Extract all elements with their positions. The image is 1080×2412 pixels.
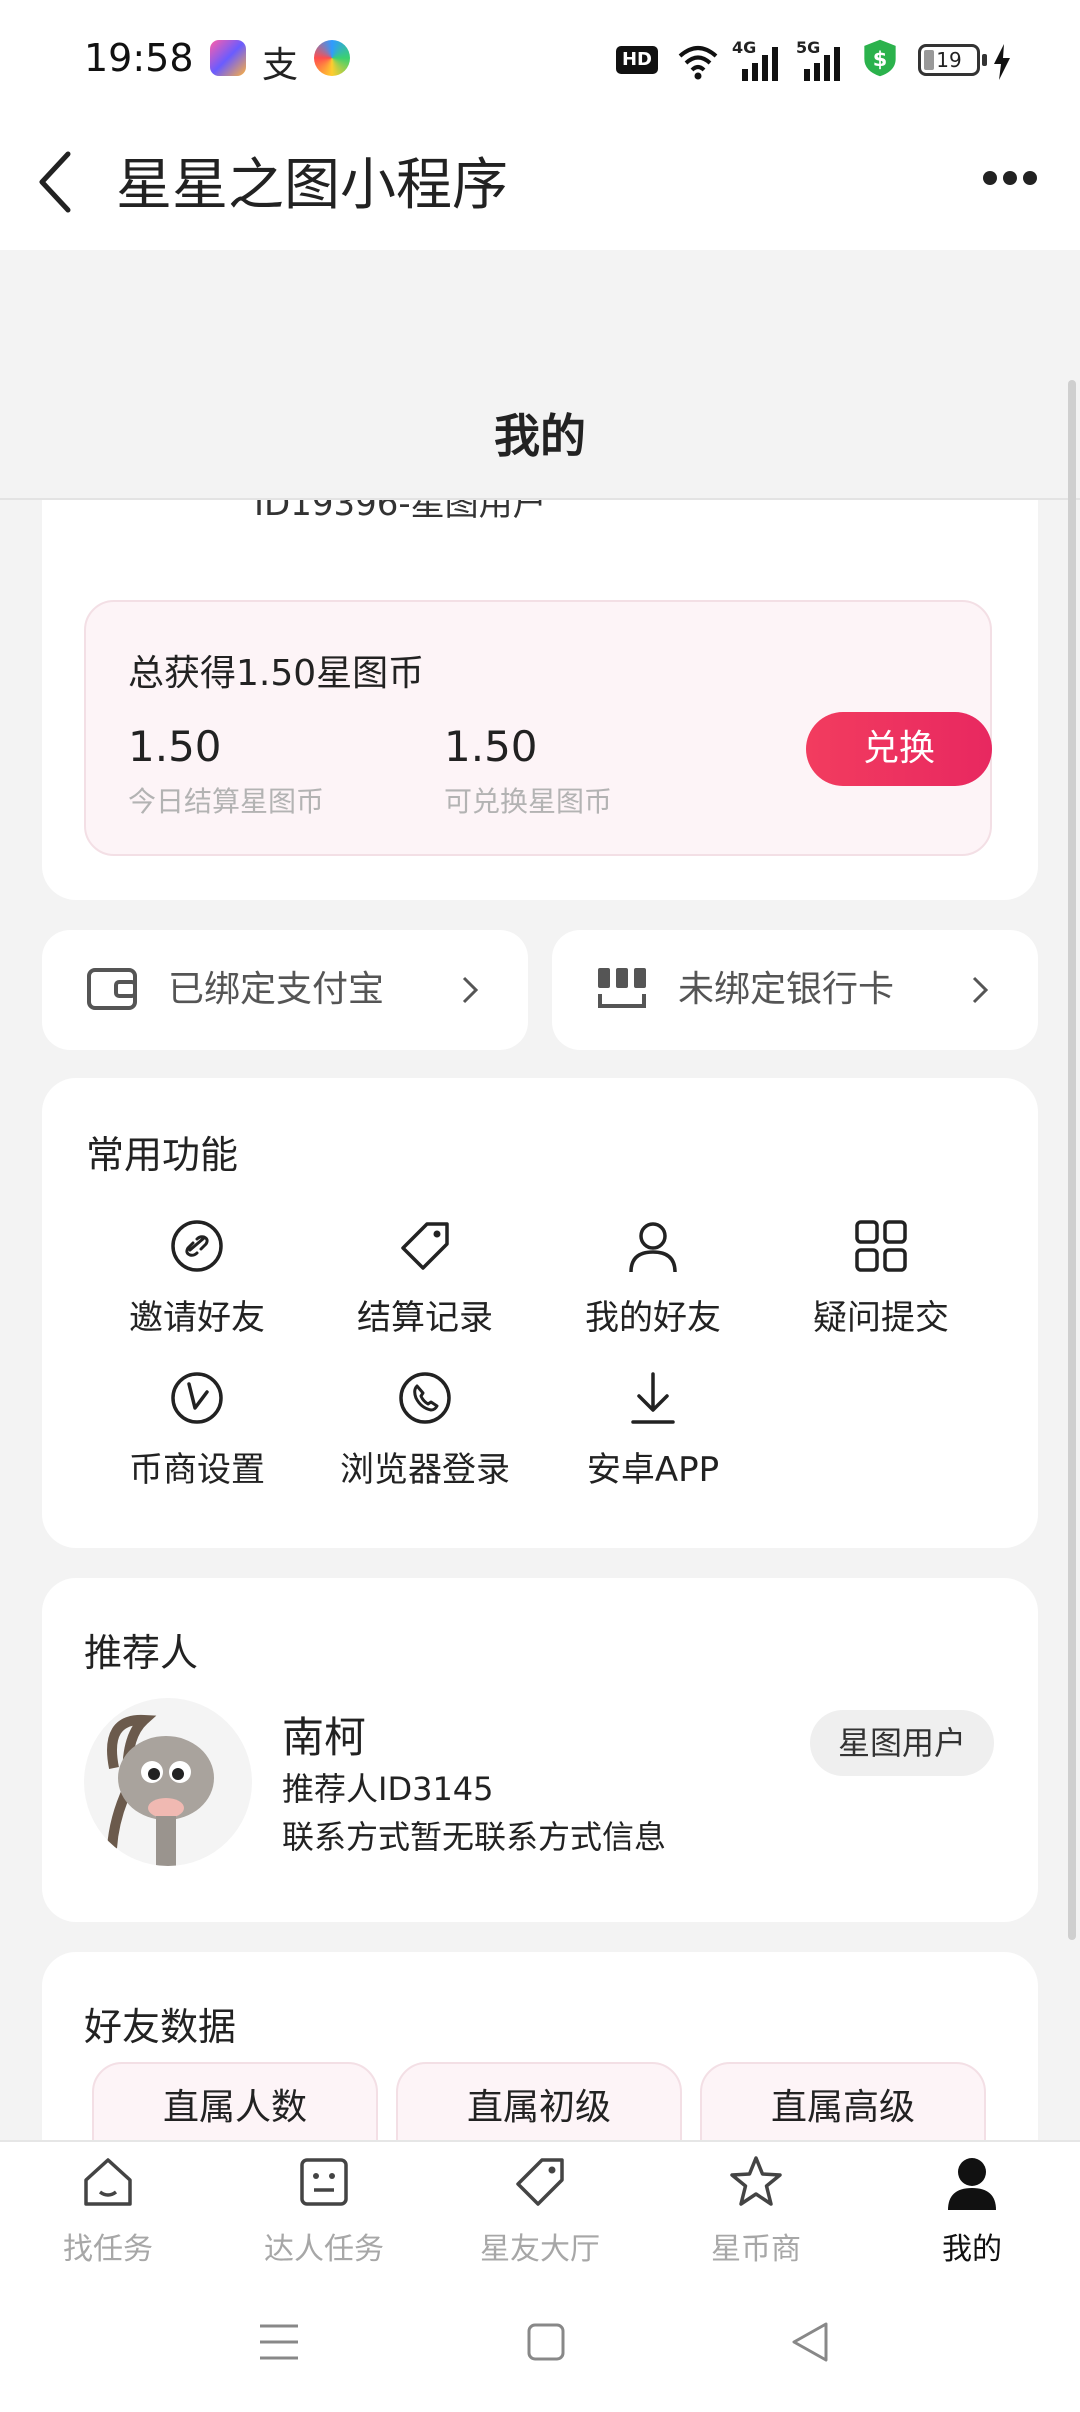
tab-find-task-label: 找任务 <box>63 2232 153 2267</box>
star-icon <box>730 2156 782 2206</box>
tab-coin-merchant[interactable]: 星币商 <box>648 2154 864 2268</box>
my-friends-button[interactable]: 我的好友 <box>553 1218 753 1339</box>
battery-tip <box>982 54 987 66</box>
ostrich-avatar-icon <box>107 1714 214 1866</box>
tab-find-task[interactable]: 找任务 <box>0 2154 216 2268</box>
page-title: 我的 <box>494 409 586 463</box>
tab-expert-task[interactable]: 达人任务 <box>216 2154 432 2268</box>
browser-login-button[interactable]: 浏览器登录 <box>325 1370 525 1491</box>
stat-direct-junior-label: 直属初级 <box>466 2087 611 2128</box>
back-triangle-icon[interactable] <box>790 2320 830 2364</box>
svg-text:$: $ <box>873 47 888 71</box>
settlement-records-label: 结算记录 <box>357 1298 493 1338</box>
more-menu-icon[interactable] <box>982 170 1038 186</box>
grid-icon <box>855 1220 907 1272</box>
my-friends-label: 我的好友 <box>585 1298 721 1338</box>
coin-merchant-settings-label: 币商设置 <box>129 1450 265 1490</box>
referrer-id: 推荐人ID3145 <box>282 1770 494 1808</box>
bottom-tab-bar: 找任务 达人任务 星友大厅 星币商 我的 <box>0 2140 1080 2282</box>
signal-4g-icon <box>742 47 778 81</box>
today-label: 今日结算星图币 <box>128 785 325 818</box>
referrer-avatar[interactable] <box>84 1698 252 1866</box>
exchange-button[interactable]: 兑换 <box>806 712 992 786</box>
bank-binding-label: 未绑定银行卡 <box>678 969 895 1010</box>
tab-star-hall-label: 星友大厅 <box>480 2232 600 2267</box>
bank-card-icon <box>598 968 646 1008</box>
home-icon <box>84 2158 132 2206</box>
settlement-records-button[interactable]: 结算记录 <box>325 1218 525 1339</box>
tab-coin-merchant-label: 星币商 <box>711 2232 801 2267</box>
referrer-name: 南柯 <box>282 1713 367 1762</box>
app-notification-icon <box>210 40 246 76</box>
link-icon <box>171 1220 223 1272</box>
battery-icon: 19 <box>918 44 980 76</box>
scrollbar[interactable] <box>1068 380 1076 1940</box>
wifi-icon <box>678 46 718 80</box>
clock-check-icon <box>171 1372 223 1424</box>
referrer-card: 推荐人 南柯 推荐人ID3145 联系方式暂无联系方式信息 星图用户 <box>42 1578 1038 1922</box>
phone-icon <box>399 1372 451 1424</box>
alipay-icon: 支 <box>262 45 299 86</box>
today-value: 1.50 <box>128 722 222 771</box>
tab-star-hall[interactable]: 星友大厅 <box>432 2154 648 2268</box>
invite-friends-button[interactable]: 邀请好友 <box>97 1218 297 1339</box>
signal-5g-icon <box>804 47 840 81</box>
coin-merchant-settings-button[interactable]: 币商设置 <box>97 1370 297 1491</box>
back-icon[interactable] <box>36 150 76 214</box>
earnings-box: 总获得1.50星图币 1.50 今日结算星图币 1.50 可兑换星图币 兑换 <box>84 600 992 856</box>
battery-level: 19 <box>936 48 962 72</box>
exchangeable-label: 可兑换星图币 <box>444 785 613 818</box>
home-square-icon[interactable] <box>526 2322 566 2362</box>
tag-icon <box>401 1222 449 1270</box>
exchangeable-value: 1.50 <box>444 722 538 771</box>
tab-mine-label: 我的 <box>942 2232 1002 2267</box>
question-submit-label: 疑问提交 <box>813 1298 949 1338</box>
system-nav-bar <box>0 2280 1080 2412</box>
tab-expert-task-label: 达人任务 <box>264 2232 384 2267</box>
friends-data-title: 好友数据 <box>84 2005 237 2049</box>
bank-binding-card[interactable]: 未绑定银行卡 <box>552 930 1038 1050</box>
chevron-right-icon <box>462 976 479 1004</box>
functions-card: 常用功能 邀请好友 结算记录 我的好友 疑问提交 币商设置 浏览器登录 安卓AP… <box>42 1078 1038 1548</box>
robot-icon <box>300 2158 348 2206</box>
status-bar: 19:58 支 HD 4G 5G $ 19 <box>0 0 1080 120</box>
download-icon <box>631 1372 675 1424</box>
stat-direct-senior-label: 直属高级 <box>770 2087 915 2128</box>
referrer-contact: 联系方式暂无联系方式信息 <box>282 1818 667 1856</box>
question-submit-button[interactable]: 疑问提交 <box>781 1218 981 1339</box>
status-time: 19:58 <box>84 36 194 80</box>
invite-friends-label: 邀请好友 <box>129 1298 265 1338</box>
android-app-button[interactable]: 安卓APP <box>553 1370 753 1491</box>
total-earned: 总获得1.50星图币 <box>128 653 425 694</box>
mini-program-header: 星星之图小程序 <box>0 120 1080 252</box>
referrer-badge: 星图用户 <box>810 1710 994 1776</box>
wallet-icon <box>87 968 137 1010</box>
tag-icon <box>516 2158 564 2206</box>
charging-icon <box>994 44 1010 80</box>
android-app-label: 安卓APP <box>586 1450 720 1490</box>
chevron-right-icon <box>972 976 989 1004</box>
menu-icon[interactable] <box>258 2322 300 2362</box>
referrer-title: 推荐人 <box>84 1631 199 1675</box>
security-shield-icon: $ <box>864 39 896 77</box>
app-color-icon <box>314 40 350 76</box>
alipay-binding-card[interactable]: 已绑定支付宝 <box>42 930 528 1050</box>
browser-login-label: 浏览器登录 <box>340 1450 510 1490</box>
header-title: 星星之图小程序 <box>116 153 508 218</box>
person-icon <box>629 1222 677 1273</box>
person-filled-icon <box>948 2158 996 2210</box>
tab-mine[interactable]: 我的 <box>864 2154 1080 2268</box>
alipay-binding-label: 已绑定支付宝 <box>168 969 385 1010</box>
hd-icon: HD <box>616 46 658 74</box>
functions-title: 常用功能 <box>86 1133 239 1177</box>
stat-direct-count-label: 直属人数 <box>162 2087 307 2128</box>
page-title-bar: 我的 <box>0 250 1080 500</box>
